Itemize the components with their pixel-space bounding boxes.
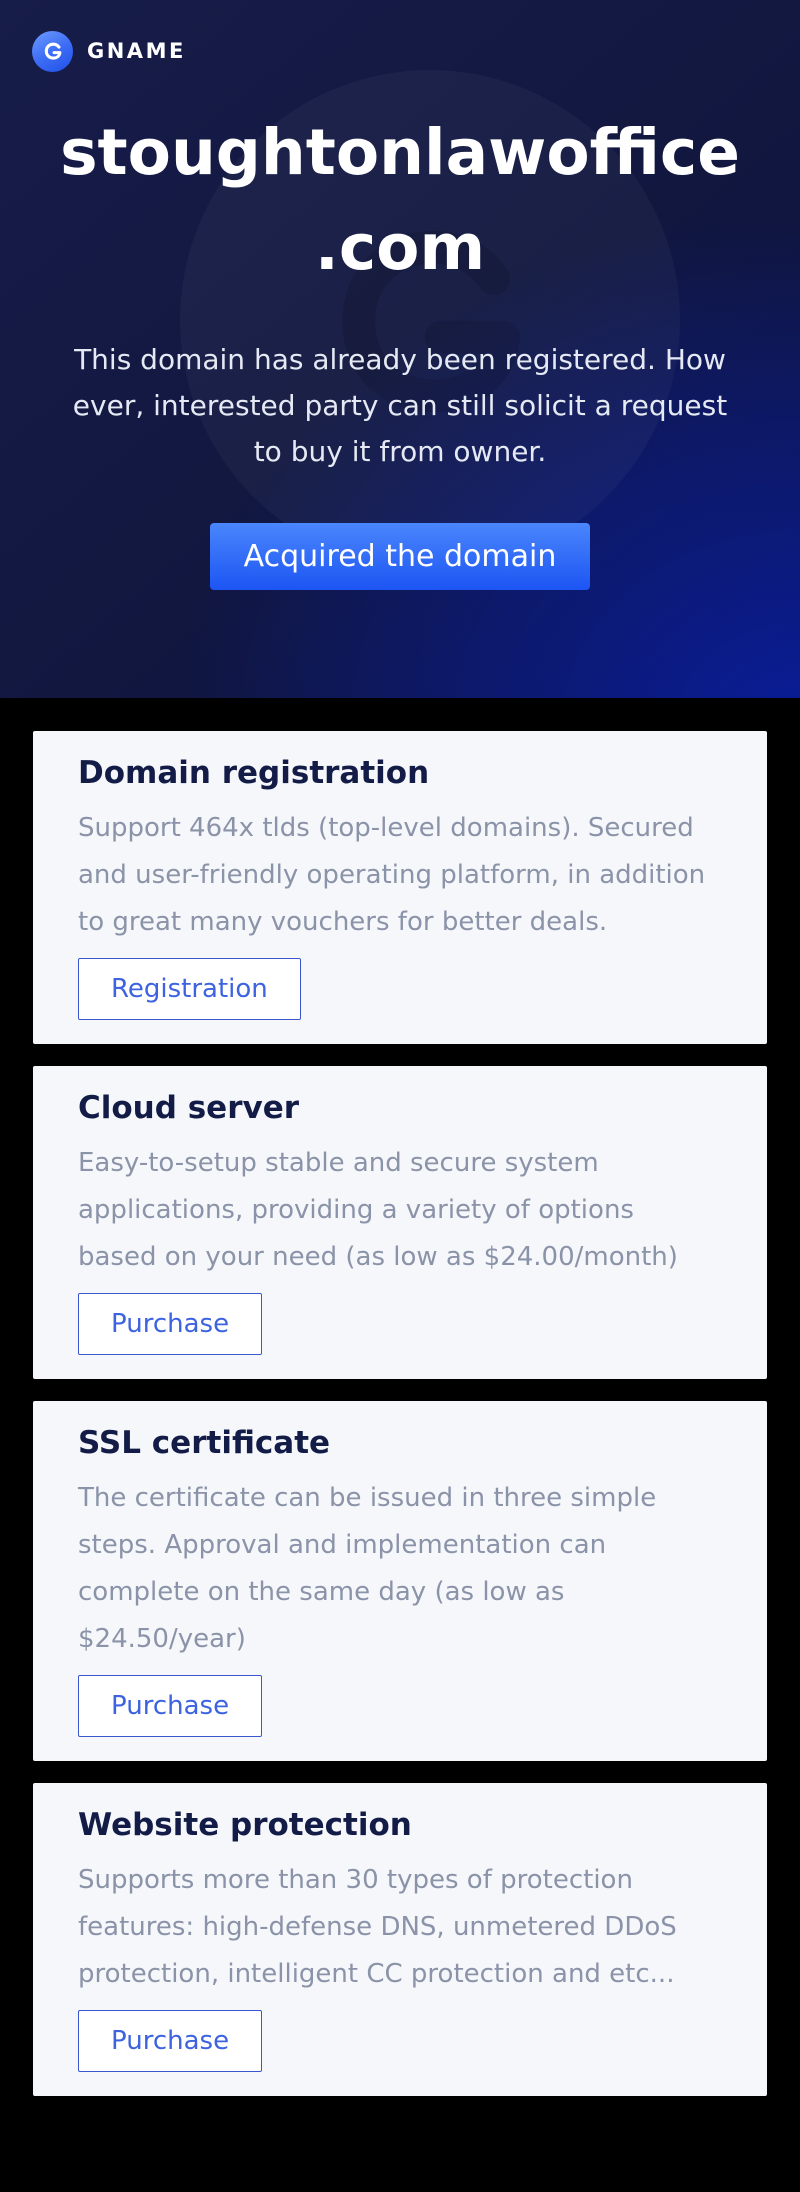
- card-description-line: applications, providing a variety of opt…: [78, 1187, 722, 1234]
- card-domain-registration: Domain registration Support 464x tlds (t…: [33, 731, 767, 1044]
- registration-button[interactable]: Registration: [78, 958, 301, 1020]
- hero-description: This domain has already been registered.…: [0, 337, 800, 475]
- gname-wordmark: GNAME: [87, 39, 186, 63]
- card-description: Easy-to-setup stable and secure system a…: [78, 1140, 722, 1281]
- card-title: Website protection: [78, 1805, 722, 1845]
- card-description-line: Easy-to-setup stable and secure system: [78, 1140, 722, 1187]
- card-description: Support 464x tlds (top-level domains). S…: [78, 805, 722, 946]
- card-title: Cloud server: [78, 1088, 722, 1128]
- card-description-line: and user-friendly operating platform, in…: [78, 852, 722, 899]
- shield-g-icon: [39, 37, 67, 65]
- card-description-line: to great many vouchers for better deals.: [78, 899, 722, 946]
- hero-description-line: to buy it from owner.: [0, 429, 800, 475]
- purchase-button-ssl-certificate[interactable]: Purchase: [78, 1675, 262, 1737]
- card-description: Supports more than 30 types of protectio…: [78, 1857, 722, 1998]
- card-description-line: $24.50/year): [78, 1616, 722, 1663]
- card-description-line: steps. Approval and implementation can: [78, 1522, 722, 1569]
- card-description-line: Supports more than 30 types of protectio…: [78, 1857, 722, 1904]
- card-description-line: The certificate can be issued in three s…: [78, 1475, 722, 1522]
- card-description-line: based on your need (as low as $24.00/mon…: [78, 1234, 722, 1281]
- domain-title: stoughtonlawoffice .com: [0, 105, 800, 295]
- services-section: Domain registration Support 464x tlds (t…: [0, 698, 800, 2096]
- hero-description-line: ever, interested party can still solicit…: [0, 383, 800, 429]
- purchase-button-website-protection[interactable]: Purchase: [78, 2010, 262, 2072]
- hero-description-line: This domain has already been registered.…: [0, 337, 800, 383]
- hero-section: GNAME stoughtonlawoffice .com This domai…: [0, 0, 800, 698]
- card-title: SSL certificate: [78, 1423, 722, 1463]
- purchase-button-cloud-server[interactable]: Purchase: [78, 1293, 262, 1355]
- gname-logo[interactable]: GNAME: [0, 0, 800, 72]
- card-description-line: features: high-defense DNS, unmetered DD…: [78, 1904, 722, 1951]
- card-ssl-certificate: SSL certificate The certificate can be i…: [33, 1401, 767, 1761]
- gname-logo-icon: [32, 31, 73, 72]
- domain-title-line2: .com: [0, 200, 800, 295]
- card-description-line: complete on the same day (as low as: [78, 1569, 722, 1616]
- acquire-domain-button[interactable]: Acquired the domain: [210, 523, 590, 590]
- card-cloud-server: Cloud server Easy-to-setup stable and se…: [33, 1066, 767, 1379]
- card-website-protection: Website protection Supports more than 30…: [33, 1783, 767, 2096]
- card-description: The certificate can be issued in three s…: [78, 1475, 722, 1663]
- domain-title-line1: stoughtonlawoffice: [0, 105, 800, 200]
- card-description-line: protection, intelligent CC protection an…: [78, 1951, 722, 1998]
- card-description-line: Support 464x tlds (top-level domains). S…: [78, 805, 722, 852]
- card-title: Domain registration: [78, 753, 722, 793]
